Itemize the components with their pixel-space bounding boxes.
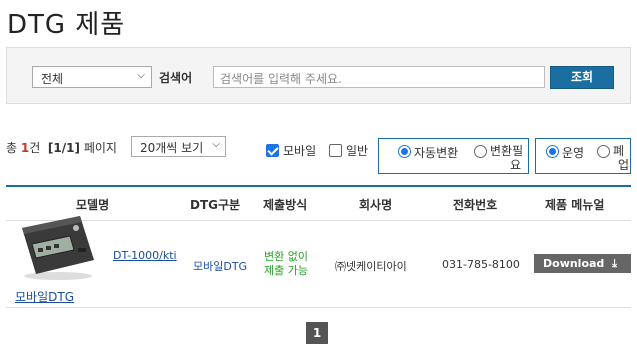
general-checkbox[interactable]: 일반 (329, 142, 368, 159)
auto-convert-radio[interactable]: 자동변환 (398, 144, 458, 161)
page-info: [1/1] (47, 141, 80, 155)
header-phone: 전화번호 (453, 198, 498, 212)
download-icon: ⤓ (612, 257, 618, 270)
total-prefix: 총 (6, 141, 18, 155)
header-company: 회사명 (359, 198, 393, 212)
table-top-border (6, 185, 631, 187)
search-panel: 전체 ⌵ 검색어 검색어를 입력해 주세요. 조회 (6, 47, 631, 104)
device-image[interactable] (18, 210, 96, 282)
discontinued-radio[interactable]: 폐 업 (597, 144, 629, 172)
header-dtg-type: DTG구분 (190, 198, 241, 212)
radio-selected-icon (546, 145, 559, 158)
convert-radio-group: 자동변환 변환필 요 (378, 138, 529, 174)
row-divider (6, 307, 631, 308)
discontinued-label: 폐 업 (613, 144, 630, 172)
dtg-type-cell: 모바일DTG (193, 260, 248, 273)
total-suffix: 건 (29, 141, 41, 155)
per-page-value: 20개씩 보기 (140, 141, 204, 155)
general-label: 일반 (346, 144, 369, 158)
status-radio-group: 운영 폐 업 (535, 138, 631, 174)
per-page-select[interactable]: 20개씩 보기 ⌵ (131, 136, 226, 157)
checkbox-unchecked-icon (329, 144, 342, 157)
search-input[interactable]: 검색어를 입력해 주세요. (213, 66, 545, 88)
result-summary: 총 1건 [1/1] 페이지 (6, 139, 117, 156)
auto-convert-label: 자동변환 (414, 146, 459, 160)
radio-unselected-icon (597, 145, 610, 158)
search-button[interactable]: 조회 (550, 66, 614, 89)
page-title: DTG 제품 (7, 10, 126, 40)
header-divider (6, 220, 631, 221)
checkbox-checked-icon (266, 144, 279, 157)
search-label: 검색어 (159, 71, 193, 85)
page-button-current[interactable]: 1 (306, 322, 328, 344)
chevron-down-icon: ⌵ (137, 70, 145, 81)
radio-selected-icon (398, 145, 411, 158)
model-link[interactable]: DT-1000/kti (113, 249, 177, 262)
phone-cell: 031-785-8100 (442, 258, 520, 271)
need-convert-label: 변환필 요 (490, 144, 524, 172)
header-submit-method: 제출방식 (263, 198, 308, 212)
submit-method-cell: 변환 없이 제출 가능 (264, 250, 308, 277)
total-count: 1 (20, 141, 30, 155)
category-select[interactable]: 전체 ⌵ (32, 66, 152, 88)
device-image-caption[interactable]: 모바일DTG (15, 288, 74, 305)
mobile-label: 모바일 (283, 144, 317, 158)
chevron-down-icon: ⌵ (212, 139, 220, 150)
page-suffix: 페이지 (83, 141, 117, 155)
company-cell: ㈜넷케이티아이 (335, 260, 407, 273)
download-label: Download (543, 257, 605, 270)
header-manual: 제품 메뉴얼 (545, 198, 605, 212)
download-button[interactable]: Download ⤓ (534, 254, 631, 273)
mobile-checkbox[interactable]: 모바일 (266, 142, 316, 159)
operating-radio[interactable]: 운영 (546, 144, 584, 161)
radio-unselected-icon (474, 145, 487, 158)
category-select-value: 전체 (41, 72, 64, 86)
operating-label: 운영 (562, 146, 585, 160)
need-convert-radio[interactable]: 변환필 요 (474, 144, 523, 172)
